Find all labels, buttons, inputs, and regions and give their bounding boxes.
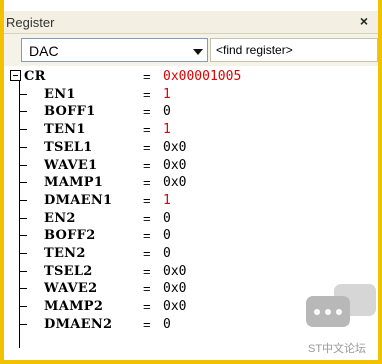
register-value[interactable]: 0 xyxy=(163,228,171,243)
register-value[interactable]: 1 xyxy=(163,122,171,137)
field-row-ten1[interactable]: TEN1 = 1 xyxy=(4,121,378,138)
equals-sign: = xyxy=(143,210,151,226)
register-value[interactable]: 0x0 xyxy=(163,264,186,279)
panel-titlebar: Register × xyxy=(4,11,378,34)
equals-sign: = xyxy=(143,122,151,138)
register-name: WAVE1 xyxy=(44,157,98,173)
register-name: MAMP2 xyxy=(44,299,104,315)
field-row-ten2[interactable]: TEN2 = 0 xyxy=(4,245,378,262)
equals-sign: = xyxy=(143,281,151,297)
equals-sign: = xyxy=(143,316,151,332)
register-value[interactable]: 0 xyxy=(163,104,171,119)
equals-sign: = xyxy=(143,104,151,120)
tree-branch-line xyxy=(19,323,27,325)
equals-sign: = xyxy=(143,192,151,208)
tree-branch-line xyxy=(19,93,27,95)
watermark-text: ST中文论坛 xyxy=(308,343,367,355)
tree-branch-line xyxy=(19,306,27,308)
equals-sign: = xyxy=(143,246,151,261)
tree-branch-line xyxy=(19,146,27,148)
register-value[interactable]: 1 xyxy=(163,193,171,208)
peripheral-select-value: DAC xyxy=(29,43,59,59)
register-value[interactable]: 0x0 xyxy=(163,299,186,314)
register-name: TSEL2 xyxy=(44,263,93,279)
field-row-en1[interactable]: EN1 = 1 xyxy=(4,86,378,103)
chevron-down-icon[interactable] xyxy=(193,49,203,55)
field-row-dmaen1[interactable]: DMAEN1 = 1 xyxy=(4,192,378,209)
tree-branch-line xyxy=(19,235,27,237)
tree-branch-line xyxy=(19,199,27,201)
register-value[interactable]: 1 xyxy=(163,87,171,102)
equals-sign: = xyxy=(143,157,151,173)
field-row-tsel1[interactable]: TSEL1 = 0x0 xyxy=(4,139,378,156)
register-value[interactable]: 0x0 xyxy=(163,281,186,296)
register-value[interactable]: 0x00001005 xyxy=(163,69,241,84)
register-name: BOFF2 xyxy=(44,228,96,244)
tree-branch-line xyxy=(19,217,27,219)
register-name: WAVE2 xyxy=(44,281,98,297)
equals-sign: = xyxy=(143,69,151,84)
watermark: ST中文论坛 xyxy=(306,284,376,356)
tree-branch-line xyxy=(19,111,27,113)
field-row-mamp1[interactable]: MAMP1 = 0x0 xyxy=(4,174,378,191)
register-name: TSEL1 xyxy=(44,139,93,155)
register-name: EN1 xyxy=(44,86,76,102)
tree-branch-line xyxy=(19,182,27,184)
register-value[interactable]: 0x0 xyxy=(163,140,186,155)
equals-sign: = xyxy=(143,263,151,279)
tree-branch-line xyxy=(19,288,27,290)
equals-sign: = xyxy=(143,299,151,315)
register-value[interactable]: 0x0 xyxy=(163,158,186,173)
equals-sign: = xyxy=(143,139,151,155)
register-name: MAMP1 xyxy=(44,175,104,191)
register-value[interactable]: 0 xyxy=(163,246,171,261)
register-value[interactable]: 0x0 xyxy=(163,175,186,190)
equals-sign: = xyxy=(143,86,151,102)
equals-sign: = xyxy=(143,175,151,191)
tree-branch-line xyxy=(19,253,27,254)
field-row-boff1[interactable]: BOFF1 = 0 xyxy=(4,103,378,120)
field-row-wave1[interactable]: WAVE1 = 0x0 xyxy=(4,157,378,174)
find-register-input[interactable] xyxy=(211,39,377,61)
tree-branch-line xyxy=(19,129,27,131)
register-name: DMAEN2 xyxy=(44,316,113,332)
register-name: TEN2 xyxy=(44,246,86,261)
close-icon[interactable]: × xyxy=(360,13,368,29)
tree-branch-line xyxy=(19,164,27,166)
register-value[interactable]: 0 xyxy=(163,317,171,332)
tree-branch-line xyxy=(19,270,27,272)
field-row-en2[interactable]: EN2 = 0 xyxy=(4,210,378,227)
collapse-icon[interactable] xyxy=(10,70,21,81)
register-name: TEN1 xyxy=(44,122,86,138)
field-row-boff2[interactable]: BOFF2 = 0 xyxy=(4,227,378,244)
register-name: EN2 xyxy=(44,210,76,226)
register-row-cr[interactable]: CR = 0x00001005 xyxy=(4,68,378,85)
equals-sign: = xyxy=(143,228,151,244)
peripheral-select[interactable]: DAC xyxy=(21,38,208,62)
register-name: BOFF1 xyxy=(44,104,96,120)
register-name: CR xyxy=(24,69,46,84)
panel-title: Register xyxy=(6,15,55,30)
chat-bubble-icon xyxy=(306,296,350,327)
field-row-tsel2[interactable]: TSEL2 = 0x0 xyxy=(4,263,378,280)
register-value[interactable]: 0 xyxy=(163,211,171,226)
register-toolbar: DAC xyxy=(4,34,378,67)
register-name: DMAEN1 xyxy=(44,192,113,208)
find-register-box[interactable] xyxy=(210,38,378,62)
